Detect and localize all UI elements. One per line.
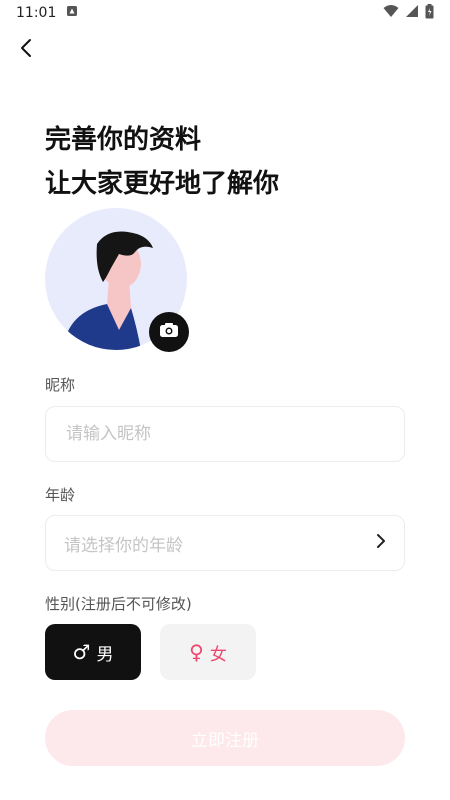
nickname-input[interactable] bbox=[64, 423, 386, 445]
avatar-picker[interactable] bbox=[45, 208, 189, 352]
age-select[interactable]: 请选择你的年龄 bbox=[45, 515, 405, 571]
male-icon: ♂ bbox=[72, 640, 91, 664]
nickname-label: 昵称 bbox=[45, 376, 76, 394]
female-icon: ♀ bbox=[189, 640, 204, 664]
age-placeholder: 请选择你的年龄 bbox=[64, 535, 183, 556]
battery-icon bbox=[425, 3, 434, 23]
title-line-1: 完善你的资料 bbox=[45, 125, 202, 155]
nickname-field[interactable] bbox=[45, 406, 405, 462]
camera-button[interactable] bbox=[149, 312, 189, 352]
chevron-left-icon bbox=[19, 38, 33, 62]
chevron-right-icon bbox=[376, 533, 386, 553]
title-line-2: 让大家更好地了解你 bbox=[45, 169, 280, 199]
gender-female-label: 女 bbox=[209, 644, 227, 665]
gender-male-button[interactable]: ♂ 男 bbox=[45, 624, 141, 680]
gender-female-button[interactable]: ♀ 女 bbox=[160, 624, 256, 680]
wifi-icon bbox=[383, 4, 399, 22]
gender-label: 性别(注册后不可修改) bbox=[45, 595, 192, 613]
page-title: 完善你的资料 让大家更好地了解你 bbox=[45, 118, 279, 206]
signal-icon bbox=[405, 4, 419, 22]
back-button[interactable] bbox=[14, 38, 38, 62]
status-time: 11:01 bbox=[16, 5, 57, 21]
camera-icon bbox=[159, 322, 179, 342]
register-button[interactable]: 立即注册 bbox=[45, 710, 405, 766]
age-label: 年龄 bbox=[45, 486, 76, 504]
gender-male-label: 男 bbox=[96, 644, 114, 665]
notification-icon bbox=[66, 5, 78, 21]
status-bar: 11:01 bbox=[0, 0, 450, 26]
